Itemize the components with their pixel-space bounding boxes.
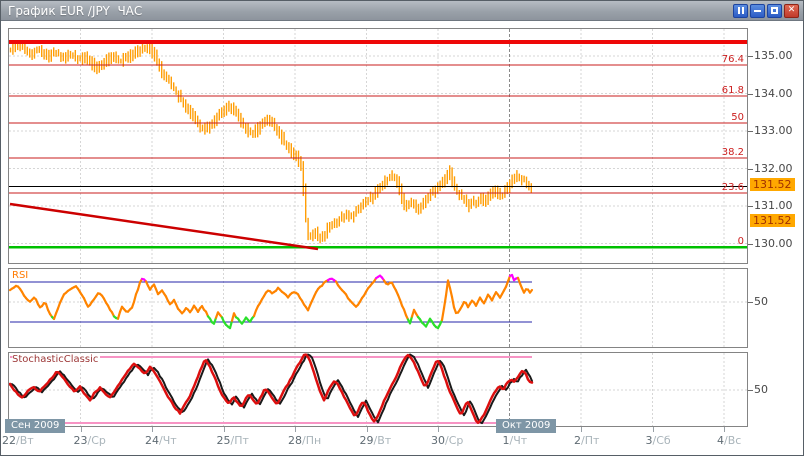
date-label: 29/Вт xyxy=(360,434,392,448)
price-chart-canvas[interactable] xyxy=(9,29,747,263)
current-price-badge: 131.52 xyxy=(750,178,795,191)
fib-level-label: 38.2 xyxy=(722,147,744,158)
minimize-icon xyxy=(754,10,761,12)
date-label: 25/Пт xyxy=(217,434,249,448)
price-axis-tick xyxy=(748,244,753,245)
price-axis-label: 131.00 xyxy=(754,199,793,213)
date-axis-tick xyxy=(152,427,153,432)
date-label: 22/Вт xyxy=(2,434,34,448)
rsi-axis-label: 50 xyxy=(754,295,768,309)
date-label: 1/Чт xyxy=(503,434,528,448)
rsi-axis-label-tick xyxy=(748,302,753,303)
price-axis-tick xyxy=(748,94,753,95)
pause-icon xyxy=(738,7,744,14)
date-label: 23/Ср xyxy=(74,434,106,448)
close-icon: ✕ xyxy=(788,6,796,15)
date-axis-tick xyxy=(653,427,654,432)
date-label: 30/Ср xyxy=(431,434,463,448)
date-axis-tick xyxy=(81,427,82,432)
date-label: 3/Сб xyxy=(646,434,671,448)
stochastic-canvas[interactable] xyxy=(9,353,747,426)
stochastic-pane[interactable]: StochasticClassic xyxy=(8,352,748,427)
current-price-badge: 131.52 xyxy=(750,214,795,227)
titlebar[interactable]: График EUR /JPY ЧАС ✕ xyxy=(1,1,803,21)
fib-level-label: 61.8 xyxy=(722,85,744,96)
date-axis-tick xyxy=(581,427,582,432)
window-title: График EUR /JPY ЧАС xyxy=(8,4,142,18)
date-axis-tick xyxy=(224,427,225,432)
price-axis-label: 132.00 xyxy=(754,162,793,176)
date-label: 28/Пн xyxy=(288,434,321,448)
price-axis-tick xyxy=(748,206,753,207)
stoch-axis-label-tick xyxy=(748,390,753,391)
stoch-axis-label: 50 xyxy=(754,383,768,397)
stochastic-label: StochasticClassic xyxy=(12,354,100,365)
price-axis-label: 133.00 xyxy=(754,124,793,138)
fib-level-label: 0 xyxy=(738,236,744,247)
rsi-label: RSI xyxy=(12,270,30,281)
date-axis-tick xyxy=(367,427,368,432)
price-axis-label: 130.00 xyxy=(754,237,793,251)
maximize-icon xyxy=(771,7,778,14)
date-label: 4/Вс xyxy=(717,434,741,448)
price-axis-label: 134.00 xyxy=(754,87,793,101)
chart-window: График EUR /JPY ЧАС ✕ 76.4 61.8 50 38.2 23.6… xyxy=(0,0,804,456)
date-axis-tick xyxy=(724,427,725,432)
pause-button[interactable] xyxy=(733,4,748,18)
price-axis-label: 135.00 xyxy=(754,49,793,63)
date-label: 2/Пт xyxy=(574,434,599,448)
price-axis-tick xyxy=(748,169,753,170)
fib-level-label: 23.6 xyxy=(722,182,744,193)
window-buttons: ✕ xyxy=(733,4,799,18)
rsi-canvas[interactable] xyxy=(9,269,747,347)
rsi-pane[interactable]: RSI xyxy=(8,268,748,348)
fib-level-label: 76.4 xyxy=(722,54,744,65)
price-chart-pane[interactable]: 76.4 61.8 50 38.2 23.6 0 xyxy=(8,28,748,264)
month-badge: Сен 2009 xyxy=(5,419,65,433)
price-axis-tick xyxy=(748,56,753,57)
date-axis-tick xyxy=(438,427,439,432)
date-label: 24/Чт xyxy=(145,434,177,448)
fib-level-label: 50 xyxy=(731,112,744,123)
maximize-button[interactable] xyxy=(767,4,782,18)
minimize-button[interactable] xyxy=(750,4,765,18)
close-button[interactable]: ✕ xyxy=(784,4,799,18)
price-axis-tick xyxy=(748,131,753,132)
date-axis-tick xyxy=(295,427,296,432)
month-badge: Окт 2009 xyxy=(496,419,556,433)
